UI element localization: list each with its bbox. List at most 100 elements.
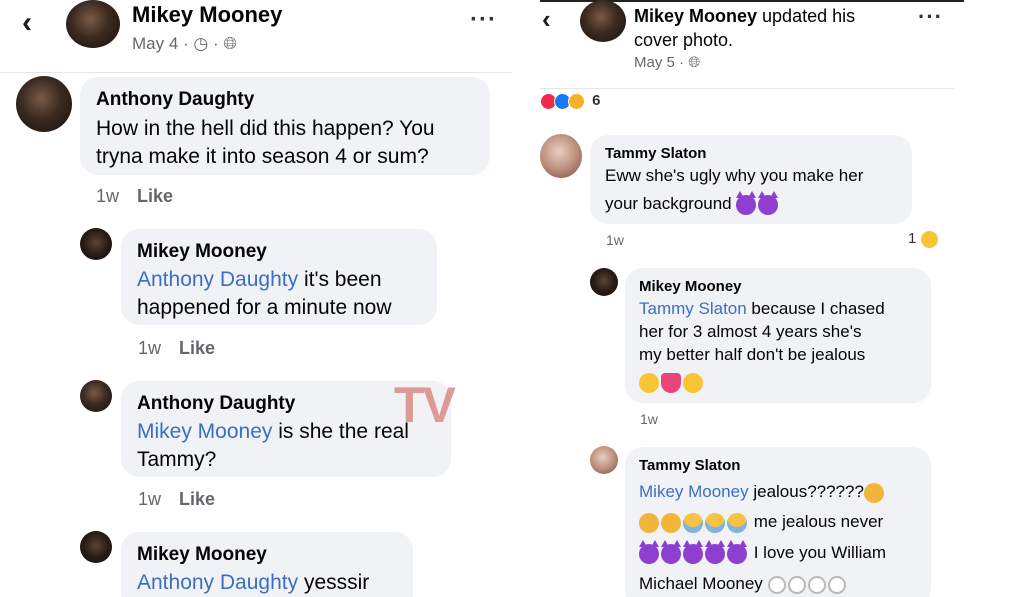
reaction-summary[interactable]: 6 [540,92,601,110]
reaction-count: 1 [908,230,917,247]
devil-emoji-icon [683,539,703,564]
ring-emoji-icon [787,575,806,594]
comment-author[interactable]: Anthony Daughty [96,89,254,111]
comment-text-line: I love you William [639,539,886,564]
avatar[interactable] [540,134,582,178]
screaming-emoji-icon [727,512,747,533]
comment-text-line: your background [605,190,780,215]
comment-author[interactable]: Tammy Slaton [605,145,706,162]
mention-link[interactable]: Anthony Daughty [137,571,298,594]
comment-text-line: Tammy? [137,448,217,471]
comment-author[interactable]: Mikey Mooney [137,544,267,566]
more-options-icon[interactable]: ··· [470,8,497,32]
comment-meta: 1w Like [96,186,173,207]
divider [540,88,954,89]
more-options-icon[interactable]: ··· [918,6,943,28]
avatar[interactable] [590,268,618,296]
post-author-name[interactable]: Mikey Mooney [634,6,757,26]
comment-time: 1w [138,489,162,509]
thinking-emoji-icon [639,512,659,533]
post-header-text: Mikey Mooney updated his cover photo. [634,4,855,53]
post-date-text: May 5 · [634,54,685,71]
comment-text-line: my better half don't be jealous [639,345,866,364]
globe-icon: 🌐︎ [223,34,237,53]
comment-text: your background [605,194,732,213]
comment-time: 1w [138,338,162,358]
reaction-count: 6 [592,92,601,109]
comment-author[interactable]: Mikey Mooney [137,241,267,263]
comment-text-line: Eww she's ugly why you make her [605,166,864,185]
comment-author[interactable]: Tammy Slaton [639,457,740,474]
comment-time: 1w [640,411,676,427]
post-date: May 4 · ◷ · 🌐︎ [132,34,237,53]
right-screenshot: ‹ Mikey Mooney updated his cover photo. … [524,0,1024,597]
reply-bubble: Mikey Mooney Anthony Daughty it's been h… [121,229,437,325]
like-button[interactable]: Like [179,489,215,509]
comment-text: jealous?????? [748,482,864,501]
comment-author[interactable]: Anthony Daughty [137,393,295,415]
reply-bubble: Mikey Mooney Tammy Slaton because I chas… [625,268,931,403]
comment-text-line: tryna make it into season 4 or sum? [96,145,429,168]
comment-text-line: Anthony Daughty it's been [137,266,382,293]
emoji-line [639,371,705,393]
avatar[interactable] [80,380,112,412]
ring-emoji-icon [827,575,846,594]
avatar[interactable] [16,76,72,132]
ring-emoji-icon [767,575,786,594]
comment-time-text: 1w [640,411,658,427]
devil-emoji-icon [736,190,757,215]
haha-reaction-icon [920,230,938,248]
comment-reaction-count[interactable]: 1 [908,230,940,248]
comment-text: yesssir [298,571,370,594]
winking-emoji-icon [683,372,703,393]
devil-emoji-icon [639,539,659,564]
like-button[interactable]: Like [137,186,173,206]
post-action-text: cover photo. [634,30,734,51]
avatar[interactable] [580,0,626,42]
mention-link[interactable]: Tammy Slaton [639,299,747,318]
post-author-name[interactable]: Mikey Mooney [132,2,282,28]
post-date-text: May 4 · [132,34,189,53]
comment-text-line: Mikey Mooney jealous?????? [639,481,886,503]
comment-text-line: me jealous never [639,511,883,533]
devil-emoji-icon [661,539,681,564]
care-reaction-icon [568,92,585,110]
comment-text: because I chased [746,299,885,318]
comment-text-line: Michael Mooney [639,573,848,595]
avatar[interactable] [80,228,112,260]
mention-link[interactable]: Mikey Mooney [137,420,272,443]
devil-emoji-icon [705,539,725,564]
comment-time: 1w [96,186,120,206]
back-arrow-icon[interactable]: ‹ [22,8,32,38]
avatar[interactable] [66,0,120,48]
reply-bubble: Mikey Mooney Anthony Daughty yesssir [121,532,413,597]
tv-watermark-logo: TV [394,377,456,433]
like-button[interactable]: Like [179,338,215,358]
comment-meta: 1w Like [138,489,215,510]
avatar[interactable] [80,531,112,563]
screaming-emoji-icon [705,512,725,533]
thinking-emoji-icon [863,482,884,503]
mention-link[interactable]: Mikey Mooney [639,482,749,501]
laughing-emoji-icon [639,372,659,393]
comment-time-text: 1w [606,232,624,248]
avatar[interactable] [590,446,618,474]
comment-author[interactable]: Mikey Mooney [639,278,742,295]
clock-icon: ◷ [193,34,209,53]
left-screenshot: ‹ Mikey Mooney May 4 · ◷ · 🌐︎ ··· Anthon… [0,0,512,597]
thinking-emoji-icon [661,512,681,533]
mention-link[interactable]: Anthony Daughty [137,268,298,291]
comment-text-line: Anthony Daughty yesssir [137,569,369,596]
comment-text: is she the real [272,420,409,443]
panel-divider [512,0,524,597]
comment-text: Michael Mooney [639,574,763,593]
comment-text: it's been [298,268,382,291]
globe-icon: 🌐︎ [688,54,701,71]
ring-emoji-icon [807,575,826,594]
comment-bubble: Anthony Daughty How in the hell did this… [80,77,490,175]
comment-text-line: Tammy Slaton because I chased [639,298,885,320]
back-arrow-icon[interactable]: ‹ [542,6,551,32]
devil-emoji-icon [727,539,747,564]
devil-emoji-icon [758,190,779,215]
post-action-text: updated his [757,6,856,26]
